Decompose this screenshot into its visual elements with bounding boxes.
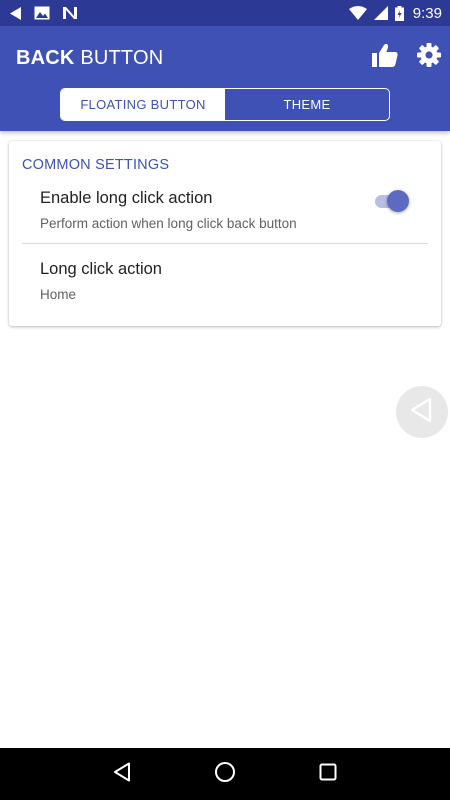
back-icon (112, 762, 132, 787)
navigation-bar (0, 748, 450, 800)
cell-signal-icon (373, 6, 388, 20)
pref-long-click-action-title[interactable]: Long click action (40, 260, 162, 279)
settings-button[interactable] (414, 42, 444, 72)
back-triangle-icon (408, 396, 436, 429)
n-notification-icon (62, 6, 78, 20)
floating-back-button[interactable] (396, 386, 448, 438)
pref-long-click-enable-summary: Perform action when long click back butt… (40, 216, 297, 231)
long-click-toggle[interactable] (371, 188, 411, 214)
status-bar: 9:39 (0, 0, 450, 26)
pref-long-click-action-summary: Home (40, 287, 77, 302)
section-title: COMMON SETTINGS (22, 157, 170, 173)
recents-icon (319, 763, 337, 786)
status-bar-right: 9:39 (348, 4, 442, 22)
app-bar: BACK BUTTON FLOATING BUTTON THEME (0, 26, 450, 131)
gear-icon (417, 42, 441, 72)
tab-theme[interactable]: THEME (225, 89, 389, 120)
thumbs-up-icon (372, 43, 398, 72)
tab-floating-button[interactable]: FLOATING BUTTON (61, 89, 225, 120)
settings-card: COMMON SETTINGS Enable long click action… (9, 141, 441, 326)
status-time: 9:39 (412, 4, 442, 22)
app-title-bold: BACK (16, 47, 75, 69)
wifi-icon (348, 6, 367, 20)
app-title-light: BUTTON (74, 47, 164, 69)
nav-home-button[interactable] (205, 754, 245, 794)
app-title: BACK BUTTON (16, 47, 163, 70)
battery-icon (394, 5, 404, 21)
divider (22, 243, 428, 244)
rate-button[interactable] (370, 42, 400, 72)
nav-recents-button[interactable] (308, 754, 348, 794)
image-icon (34, 6, 50, 20)
back-arrow-icon (10, 6, 22, 20)
pref-long-click-enable-title[interactable]: Enable long click action (40, 189, 212, 208)
tab-bar: FLOATING BUTTON THEME (60, 88, 390, 121)
home-icon (214, 761, 236, 788)
nav-back-button[interactable] (102, 754, 142, 794)
switch-thumb (387, 190, 409, 212)
status-bar-left (10, 6, 78, 20)
